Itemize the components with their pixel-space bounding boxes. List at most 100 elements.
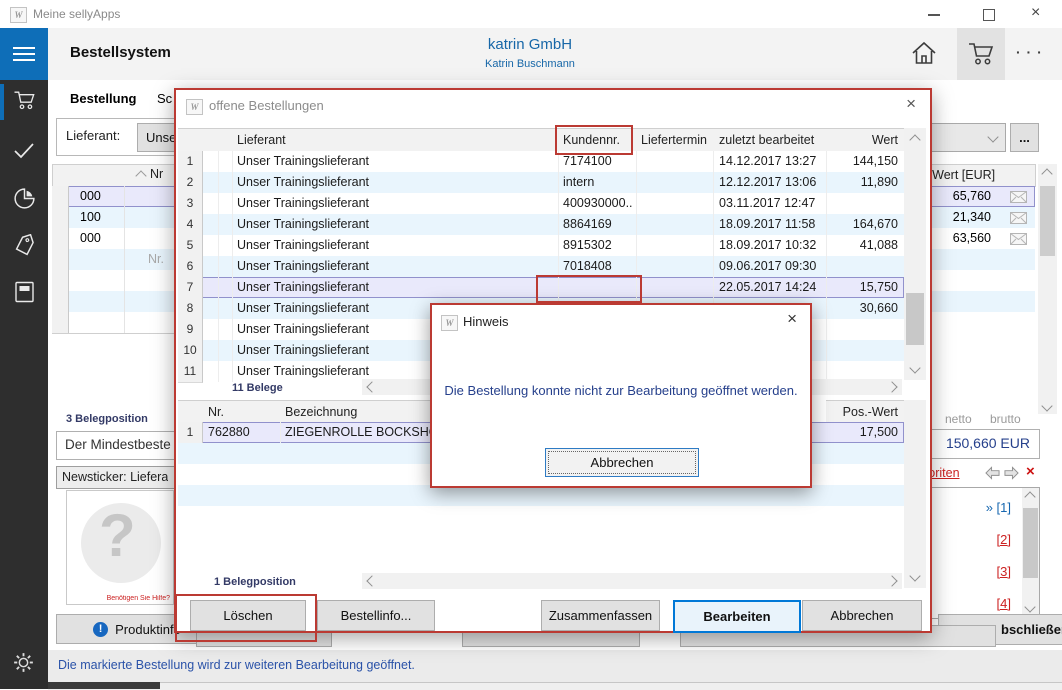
scroll-down-icon[interactable] xyxy=(911,364,919,372)
beleg-count-label: 3 Belegposition xyxy=(66,413,148,425)
bestellinfo-button[interactable]: Bestellinfo... xyxy=(317,600,435,631)
scroll-thumb[interactable] xyxy=(1023,508,1038,578)
help-link[interactable]: Benötigen Sie Hilfe? xyxy=(107,595,170,602)
table-row xyxy=(920,249,1035,270)
total-value-box: 150,660 EUR xyxy=(920,429,1040,459)
col-bearbeitet[interactable]: zuletzt bearbeitet xyxy=(714,128,827,153)
order-row[interactable]: 2 Unser Trainingslieferant intern 12.12.… xyxy=(178,172,904,193)
question-mark-icon: ? xyxy=(99,501,136,570)
scroll-up-icon[interactable] xyxy=(1043,170,1051,178)
positions-scrollbar[interactable] xyxy=(904,400,926,588)
order-row[interactable]: 3 Unser Trainingslieferant 400930000.. 0… xyxy=(178,193,904,214)
scroll-down-icon[interactable] xyxy=(1043,402,1051,410)
scroll-thumb[interactable] xyxy=(1040,186,1055,256)
bg-table-col-nr[interactable]: Nr xyxy=(150,167,163,181)
status-bar: Die markierte Bestellung wird zur weiter… xyxy=(48,650,1062,682)
bearbeiten-button[interactable]: Bearbeiten xyxy=(673,600,801,633)
order-row-selected[interactable]: 7 Unser Trainingslieferant 22.05.2017 14… xyxy=(178,277,904,298)
arrow-left-icon[interactable] xyxy=(985,466,1000,480)
hinweis-title: Hinweis xyxy=(463,314,509,329)
browse-button[interactable]: ... xyxy=(1010,123,1039,152)
settings-button[interactable] xyxy=(11,650,36,675)
cart-button[interactable] xyxy=(957,28,1005,80)
page-title: Bestellsystem xyxy=(70,44,171,61)
abbrechen-button[interactable]: Abbrechen xyxy=(802,600,922,631)
window-title: Meine sellyApps xyxy=(33,7,120,21)
table-row[interactable]: 65,760 xyxy=(920,186,1035,207)
orders-scrollbar[interactable] xyxy=(904,128,926,380)
belege-count: 11 Belege xyxy=(232,382,283,394)
page-link-active[interactable]: » [1] xyxy=(986,500,1011,515)
lieferant-label: Lieferant: xyxy=(66,128,120,143)
minimize-icon[interactable] xyxy=(928,14,940,16)
bottom-strip-dark xyxy=(48,682,160,689)
sort-asc-icon xyxy=(136,171,146,181)
sidebar-item-katalog[interactable] xyxy=(13,280,36,304)
dialog-logo-icon: W xyxy=(441,315,458,331)
scroll-up-icon[interactable] xyxy=(911,136,919,144)
scroll-down-icon[interactable] xyxy=(911,572,919,580)
scroll-down-icon[interactable] xyxy=(1026,603,1034,611)
maximize-icon[interactable] xyxy=(983,9,995,21)
col-nr[interactable]: Nr. xyxy=(202,400,281,424)
scroll-right-icon[interactable] xyxy=(888,577,896,585)
hinweis-dialog: W Hinweis × Die Bestellung konnte nicht … xyxy=(430,303,812,488)
loeschen-button[interactable]: Löschen xyxy=(190,600,306,631)
order-row[interactable]: 1 Unser Trainingslieferant 7174100 14.12… xyxy=(178,151,904,172)
envelope-icon xyxy=(1010,191,1027,203)
order-row[interactable]: 6 Unser Trainingslieferant 7018408 09.06… xyxy=(178,256,904,277)
home-button[interactable] xyxy=(910,39,938,67)
scroll-thumb[interactable] xyxy=(906,293,924,345)
delete-favorite-icon[interactable]: × xyxy=(1026,463,1035,480)
table-row xyxy=(920,270,1035,291)
netto-label[interactable]: netto xyxy=(945,412,972,426)
tab-bestellung[interactable]: Bestellung xyxy=(70,91,136,106)
menu-button[interactable] xyxy=(0,28,48,80)
table-row xyxy=(920,312,1035,333)
hinweis-abbrechen-button[interactable]: Abbrechen xyxy=(545,448,699,477)
col-liefertermin[interactable]: Liefertermin xyxy=(636,128,719,153)
envelope-icon xyxy=(1010,212,1027,224)
pages-listbox: » [1] [2] [3] [4] xyxy=(920,487,1040,619)
tag-icon xyxy=(12,234,37,259)
brutto-label[interactable]: brutto xyxy=(990,412,1021,426)
envelope-icon xyxy=(1010,233,1027,245)
col-wert[interactable]: Wert xyxy=(826,128,905,153)
close-icon[interactable]: × xyxy=(906,94,916,114)
col-lieferant[interactable]: Lieferant xyxy=(232,128,559,153)
order-row[interactable]: 4 Unser Trainingslieferant 8864169 18.09… xyxy=(178,214,904,235)
listbox-scrollbar[interactable] xyxy=(1022,488,1039,616)
sidebar-item-statistik[interactable] xyxy=(12,186,37,211)
positions-hscrollbar[interactable] xyxy=(362,573,902,589)
wert-col-header[interactable]: -Wert [EUR] xyxy=(920,164,1005,187)
active-item-indicator xyxy=(0,84,4,120)
page-link[interactable]: [2] xyxy=(997,532,1011,547)
close-icon[interactable]: × xyxy=(1031,4,1040,22)
page-link[interactable]: [3] xyxy=(997,564,1011,579)
scroll-up-icon[interactable] xyxy=(1026,493,1034,501)
col-kundennr[interactable]: Kundennr. xyxy=(558,128,637,153)
close-icon[interactable]: × xyxy=(787,309,797,329)
sidebar-item-freigaben[interactable] xyxy=(12,140,36,162)
pie-chart-icon xyxy=(12,186,37,211)
scroll-left-icon[interactable] xyxy=(368,577,376,585)
book-icon xyxy=(13,280,36,304)
table-row[interactable]: 63,560 xyxy=(920,228,1035,249)
ellipsis-icon[interactable]: · · · xyxy=(1016,44,1043,60)
sidebar-item-bestellungen[interactable] xyxy=(12,88,37,113)
tab-schnellerfassung[interactable]: Sc xyxy=(157,91,172,106)
zusammenfassen-button[interactable]: Zusammenfassen xyxy=(541,600,660,631)
gridline xyxy=(124,186,125,333)
dialog-title: offene Bestellungen xyxy=(209,98,324,113)
arrow-right-icon[interactable] xyxy=(1004,466,1019,480)
main-scrollbar[interactable] xyxy=(1038,164,1057,414)
help-image[interactable]: ? Benötigen Sie Hilfe? xyxy=(66,490,174,605)
sidebar-item-angebote[interactable] xyxy=(12,234,37,259)
scroll-right-icon[interactable] xyxy=(888,383,896,391)
table-row[interactable]: 21,340 xyxy=(920,207,1035,228)
col-pos-wert[interactable]: Pos.-Wert xyxy=(826,400,905,424)
order-row[interactable]: 5 Unser Trainingslieferant 8915302 18.09… xyxy=(178,235,904,256)
page-link[interactable]: [4] xyxy=(997,596,1011,611)
gear-icon xyxy=(11,650,36,675)
scroll-left-icon[interactable] xyxy=(368,383,376,391)
